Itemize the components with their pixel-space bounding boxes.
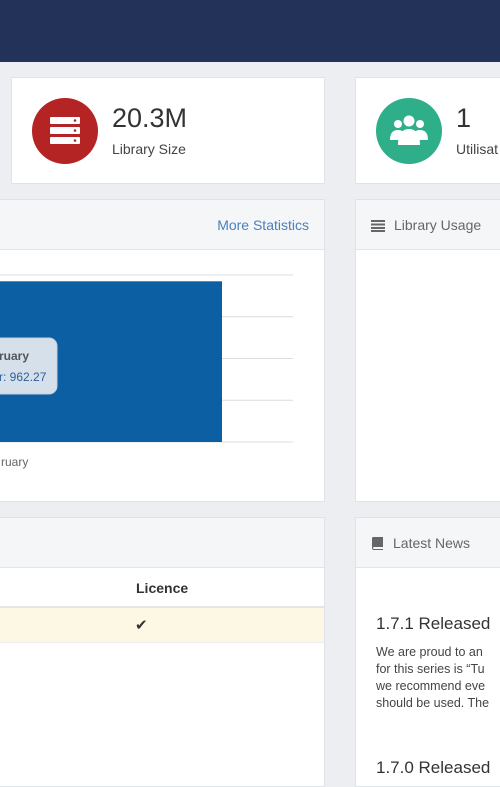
book-icon: [372, 537, 383, 550]
x-tick-label: ruary: [1, 455, 28, 469]
more-statistics-link[interactable]: More Statistics: [217, 217, 309, 233]
stat-card-utilisation: 1 Utilisat: [355, 77, 500, 184]
stat-icon-circle: [376, 98, 442, 164]
tooltip-title: ruary: [0, 349, 29, 363]
statistics-chart-panel: More Statistics ruary ruary r: 962.27: [0, 199, 325, 502]
stat-card-library-size: 20.3M Library Size: [11, 77, 325, 184]
latest-news-header: Latest News: [356, 518, 500, 568]
news-item-title[interactable]: 1.7.0 Released: [376, 758, 490, 778]
news-item-text: should be used. The: [376, 696, 490, 710]
bar-chart: ruary ruary r: 962.27: [0, 274, 293, 469]
library-size-value: 20.3M: [112, 103, 188, 133]
table-panel: Licence ✔: [0, 517, 325, 787]
table-header-row: Licence: [0, 569, 324, 608]
latest-news-title: Latest News: [393, 535, 471, 551]
server-icon: [50, 117, 80, 144]
top-navbar: [0, 0, 500, 62]
library-usage-title: Library Usage: [394, 217, 482, 233]
news-item-title[interactable]: 1.7.1 Released: [376, 614, 490, 634]
list-icon: [371, 220, 385, 232]
news-item-text: we recommend eve: [376, 679, 486, 693]
licence-check-cell: ✔: [135, 617, 148, 634]
users-icon: [390, 115, 428, 145]
library-usage-panel: Library Usage: [355, 199, 500, 502]
tooltip-value: r: 962.27: [0, 370, 47, 384]
latest-news-panel: Latest News 1.7.1 Released We are proud …: [355, 517, 500, 787]
table-panel-header: [0, 518, 324, 568]
news-item-text: for this series is “Tu: [376, 662, 485, 676]
news-item-text: We are proud to an: [376, 645, 483, 659]
stat-icon-circle: [32, 98, 98, 164]
chart-panel-header: More Statistics: [0, 200, 324, 250]
library-size-label: Library Size: [112, 141, 186, 157]
column-header-licence: Licence: [136, 580, 189, 596]
utilisation-label: Utilisat: [456, 141, 499, 157]
table-row: ✔: [0, 608, 324, 643]
library-usage-header: Library Usage: [356, 200, 500, 250]
chart-tooltip: ruary r: 962.27: [0, 337, 58, 395]
utilisation-value: 1: [456, 103, 472, 133]
